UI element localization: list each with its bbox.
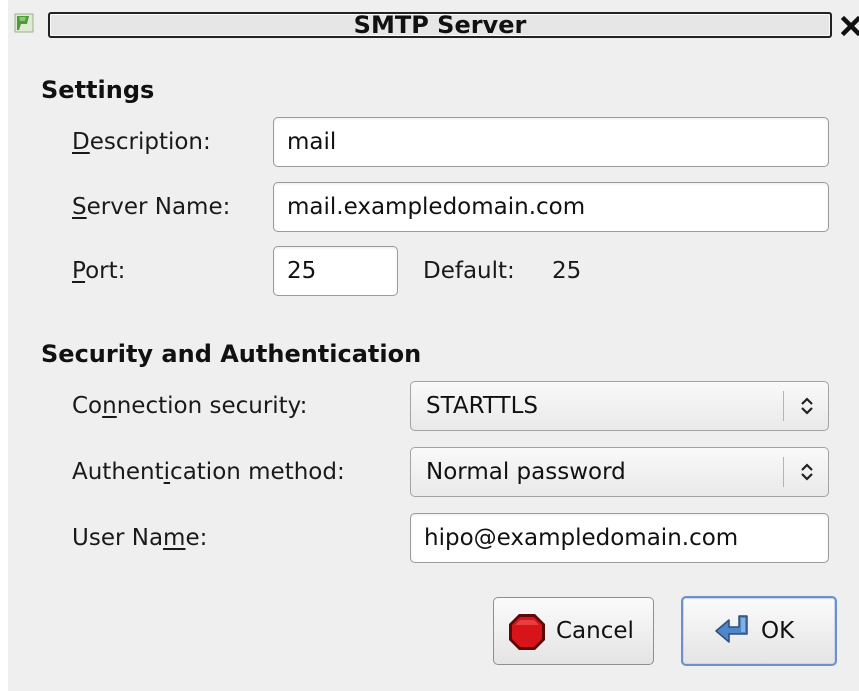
connection-security-label-pre: Co [72,393,103,419]
server-name-label-mnemonic: S [72,194,87,220]
connection-security-select[interactable]: STARTTLS [410,381,829,431]
cancel-button-label: Cancel [556,618,634,644]
ok-button-label: OK [761,618,795,644]
updown-arrows-icon [801,397,813,415]
auth-method-label: Authentication method: [72,458,345,486]
auth-method-label-post: cation method: [170,459,345,485]
auth-method-value: Normal password [426,459,626,485]
user-name-label: User Name: [72,524,207,552]
combo-separator [783,391,784,421]
title-frame: SMTP Server [48,12,832,38]
port-label-text: ort: [85,258,126,284]
auth-method-label-pre: Authent [72,459,164,485]
server-name-input[interactable] [273,182,829,232]
port-input[interactable] [273,246,398,296]
window-title: SMTP Server [353,11,527,39]
combo-separator [783,457,784,487]
security-heading: Security and Authentication [41,340,422,368]
user-name-label-pre: User Na [72,525,164,551]
settings-heading: Settings [41,76,155,104]
updown-arrows-icon [801,463,813,481]
enter-arrow-icon [715,615,748,643]
user-name-input[interactable] [410,513,829,563]
connection-security-label-mnemonic: n [102,393,117,419]
cancel-button[interactable]: Cancel [493,597,654,665]
stop-icon [509,614,545,650]
server-name-label-text: erver Name: [86,194,231,220]
server-name-label: Server Name: [72,193,230,221]
app-icon [14,13,34,33]
connection-security-label-post: nection security: [116,393,308,419]
port-default-label: Default: [423,258,515,284]
connection-security-label: Connection security: [72,392,307,420]
user-name-label-post: e: [185,525,208,551]
user-name-label-mnemonic: m [163,525,186,551]
port-default-value: 25 [552,258,582,284]
ok-button[interactable]: OK [681,596,837,666]
smtp-server-dialog: SMTP Server Settings Description: Server… [8,0,859,691]
connection-security-value: STARTTLS [426,393,539,419]
port-label: Port: [72,257,125,285]
auth-method-select[interactable]: Normal password [410,447,829,497]
port-label-mnemonic: P [72,258,86,284]
description-label-mnemonic: D [72,129,90,155]
title-bar: SMTP Server [8,0,859,48]
description-input[interactable] [273,117,829,167]
close-icon[interactable] [840,12,859,38]
description-label-text: escription: [89,129,211,155]
description-label: Description: [72,128,211,156]
